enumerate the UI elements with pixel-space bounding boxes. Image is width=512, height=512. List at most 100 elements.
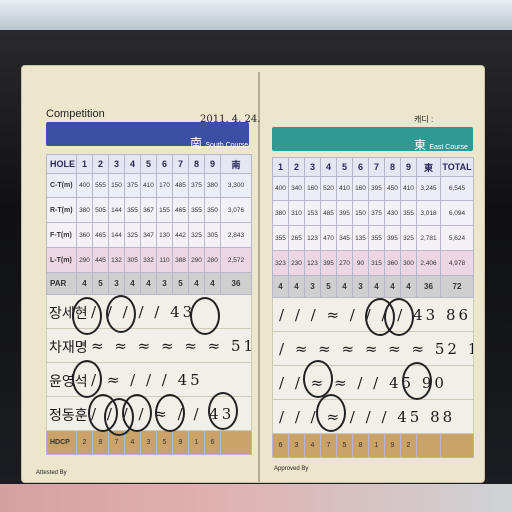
- cell: F-T(m): [46, 222, 77, 248]
- score-row: / ≈ ≈ ≈ ≈ ≈ ≈ 52 103: [272, 331, 474, 366]
- cell: 4: [288, 275, 305, 298]
- score-cell: 차재명 ≈ ≈ ≈ ≈ ≈ ≈ 51: [46, 328, 252, 363]
- cell: 2,406: [416, 250, 441, 276]
- cell: 355: [400, 200, 417, 226]
- row-l: 323 230 123 395 270 90 315 360 300 2,406 4,978: [272, 250, 474, 276]
- cell: 355: [272, 225, 289, 251]
- row-hdcp: HDCP 2 8 7 4 3 5 9 1 6: [46, 430, 252, 455]
- cell: 323: [272, 250, 289, 276]
- player-name: 정동훈: [49, 408, 88, 424]
- cell: 160: [352, 176, 369, 201]
- cell: PAR: [46, 272, 77, 295]
- score-circle: [106, 295, 136, 333]
- score-circle: [72, 360, 102, 398]
- row-f: F-T(m) 360 465 144 325 347 130 442 325 305 2,843: [46, 222, 252, 248]
- cell: 450: [384, 176, 401, 201]
- cell: 144: [108, 222, 125, 248]
- row-par: 4 4 3 5 4 3 4 4 4 36 72: [272, 275, 474, 298]
- row-r: 380 310 153 485 395 150 375 430 355 3,018 6,094: [272, 200, 474, 226]
- handwritten-scores: / / / ≈ / / / 45 88: [279, 408, 456, 426]
- east-course-title: 東 East Course: [414, 138, 468, 152]
- cell: 2: [92, 154, 109, 174]
- cell: 350: [204, 197, 221, 223]
- cell: 465: [172, 197, 189, 223]
- score-circle: [122, 394, 152, 432]
- cell: 9: [400, 157, 417, 177]
- cell: C-T(m): [46, 173, 77, 198]
- score-circle: [303, 360, 333, 398]
- competition-label: Competition: [46, 108, 105, 120]
- cell: 4: [272, 275, 289, 298]
- cell: 400: [272, 176, 289, 201]
- cell: 東: [416, 157, 441, 177]
- cell: 110: [156, 247, 173, 273]
- cell: 8: [188, 154, 205, 174]
- cell: 6: [156, 154, 173, 174]
- cell: 6: [272, 433, 289, 458]
- row-c: C-T(m) 400 555 150 375 410 170 485 375 380 3,300: [46, 173, 252, 198]
- cell: R-T(m): [46, 197, 77, 223]
- cell: [220, 430, 252, 455]
- cell: 305: [204, 222, 221, 248]
- cell: 375: [188, 173, 205, 198]
- cell: 5: [92, 272, 109, 295]
- cell: 345: [336, 225, 353, 251]
- handwritten-scores: ≈ ≈ ≈ ≈ ≈ ≈ 51: [91, 337, 252, 355]
- cell: 2: [400, 433, 417, 458]
- cell: 325: [188, 222, 205, 248]
- cell: 4,978: [440, 250, 474, 276]
- row-f: 355 265 123 470 345 135 355 395 325 2,781 5,624: [272, 225, 474, 251]
- building-background: [0, 0, 512, 30]
- cell: 150: [352, 200, 369, 226]
- attested-label: Attested By: [36, 470, 67, 476]
- caddie-label: 캐디 :: [414, 115, 434, 124]
- cell: 5: [336, 157, 353, 177]
- cell: 445: [92, 247, 109, 273]
- cell: 3: [352, 275, 369, 298]
- cell: 8: [92, 430, 109, 455]
- cell: 410: [140, 173, 157, 198]
- cell: 5,624: [440, 225, 474, 251]
- score-row: / / / ≈ / / / 45 88: [272, 399, 474, 434]
- cell: 380: [204, 173, 221, 198]
- cell: 290: [76, 247, 93, 273]
- cell: 395: [368, 176, 385, 201]
- cell: 8: [352, 433, 369, 458]
- cell: 380: [272, 200, 289, 226]
- row-holes: HOLE 1 2 3 4 5 6 7 8 9 南: [46, 154, 252, 174]
- cell: 470: [320, 225, 337, 251]
- cell: 395: [336, 200, 353, 226]
- cell: 4: [188, 272, 205, 295]
- cell: 3: [140, 430, 157, 455]
- cell: HOLE: [46, 154, 77, 174]
- score-circle: [72, 297, 102, 335]
- cell: 375: [124, 173, 141, 198]
- cell: 3,018: [416, 200, 441, 226]
- cell: 325: [124, 222, 141, 248]
- cell: 5: [336, 433, 353, 458]
- cell: 150: [108, 173, 125, 198]
- cell: 367: [140, 197, 157, 223]
- cell: 388: [172, 247, 189, 273]
- cell: 5: [320, 275, 337, 298]
- cell: 395: [384, 225, 401, 251]
- cell: 315: [368, 250, 385, 276]
- score-circle: [316, 394, 346, 432]
- cell: 6,545: [440, 176, 474, 201]
- cell: 230: [288, 250, 305, 276]
- cell: 325: [400, 225, 417, 251]
- cell: 5: [172, 272, 189, 295]
- cell: 南: [220, 154, 252, 174]
- cell: 355: [124, 197, 141, 223]
- cell: 8: [384, 157, 401, 177]
- cell: 410: [400, 176, 417, 201]
- cell: 6: [204, 430, 221, 455]
- cell: 2: [76, 430, 93, 455]
- cell: 332: [140, 247, 157, 273]
- row-hdcp: 634758192: [272, 433, 474, 458]
- cell: 265: [288, 225, 305, 251]
- cell: 4: [204, 272, 221, 295]
- cell: 520: [320, 176, 337, 201]
- cell: 340: [288, 176, 305, 201]
- cell: 4: [320, 157, 337, 177]
